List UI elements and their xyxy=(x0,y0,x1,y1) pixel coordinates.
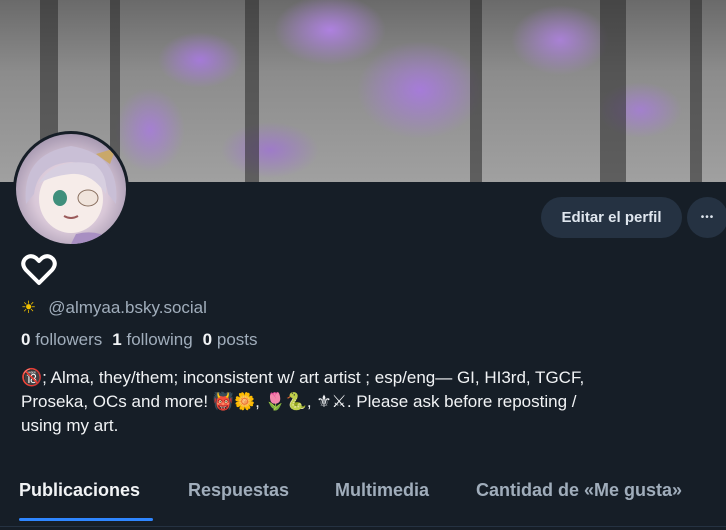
tab-likes[interactable]: Cantidad de «Me gusta» xyxy=(476,480,682,501)
bio-line: Proseka, OCs and more! 👹🌼, 🌷🐍, ⚜⚔. Pleas… xyxy=(21,392,577,411)
avatar-illustration xyxy=(25,146,117,244)
profile-handle[interactable]: @almyaa.bsky.social xyxy=(48,298,207,318)
bio-line: using my art. xyxy=(21,416,119,435)
banner-tree-trunk xyxy=(600,0,626,182)
heart-icon xyxy=(21,254,57,285)
tab-publicaciones[interactable]: Publicaciones xyxy=(19,480,140,501)
following-stat[interactable]: 1 following xyxy=(112,330,192,350)
posts-stat: 0 posts xyxy=(202,330,258,349)
ellipsis-icon: ••• xyxy=(700,212,715,223)
active-tab-indicator xyxy=(19,518,153,521)
avatar[interactable] xyxy=(16,134,126,244)
banner-tree-trunk xyxy=(245,0,259,182)
tabs-divider xyxy=(0,526,726,527)
profile-bio: 🔞; Alma, they/them; inconsistent w/ art … xyxy=(21,366,711,438)
more-options-button[interactable]: ••• xyxy=(687,197,726,238)
followers-stat[interactable]: 0 followers xyxy=(21,330,102,350)
profile-stats: 0 followers 1 following 0 posts xyxy=(21,330,258,350)
sun-icon: ☀ xyxy=(21,298,37,317)
profile-tabs: Publicaciones Respuestas Multimedia Cant… xyxy=(0,468,726,530)
tab-respuestas[interactable]: Respuestas xyxy=(188,480,289,501)
banner-tree-trunk xyxy=(690,0,702,182)
edit-profile-button[interactable]: Editar el perfil xyxy=(541,197,682,238)
bio-line: 🔞; Alma, they/them; inconsistent w/ art … xyxy=(21,368,585,387)
handle-row: ☀ @almyaa.bsky.social xyxy=(21,296,207,320)
banner-tree-trunk xyxy=(470,0,482,182)
tab-multimedia[interactable]: Multimedia xyxy=(335,480,429,501)
